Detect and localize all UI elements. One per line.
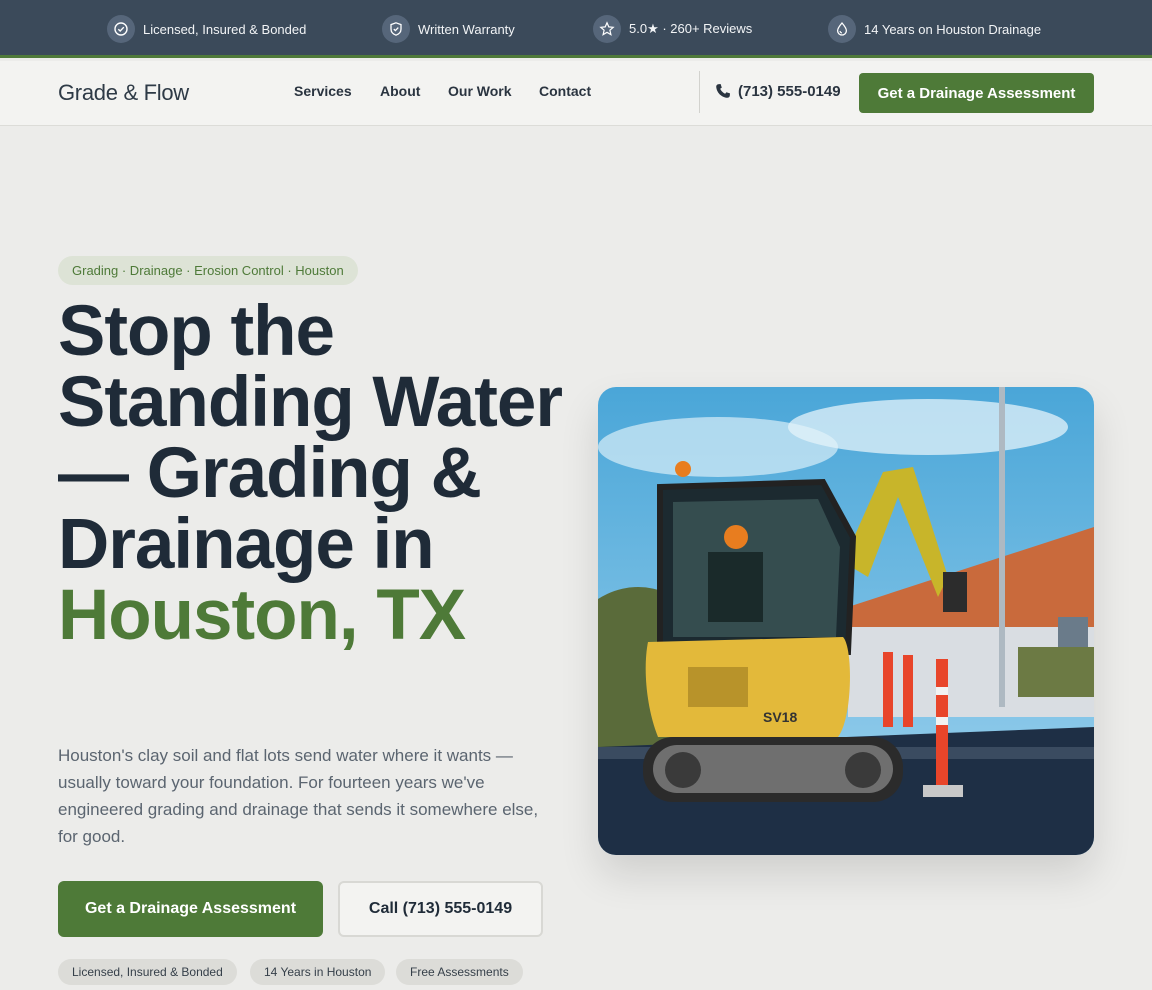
trust-item-label: Written Warranty xyxy=(418,21,515,37)
trust-bar: Licensed, Insured & Bonded Written Warra… xyxy=(0,0,1152,58)
hero-headline-main: Stop the Standing Water — Grading & Drai… xyxy=(58,292,563,584)
trust-item-label: Licensed, Insured & Bonded xyxy=(143,21,307,37)
nav-link-contact[interactable]: Contact xyxy=(539,83,591,99)
nav-divider xyxy=(699,71,700,113)
svg-text:SV18: SV18 xyxy=(763,709,797,725)
nav-phone-link[interactable]: (713) 555-0149 xyxy=(714,82,841,100)
hero-call-button[interactable]: Call (713) 555-0149 xyxy=(338,881,543,937)
trust-item-label: 5.0★ · 260+ Reviews xyxy=(629,21,753,36)
badge-check-icon xyxy=(107,15,135,43)
hero-chip-free-assessments: Free Assessments xyxy=(396,959,523,985)
nav-link-our-work[interactable]: Our Work xyxy=(448,83,512,99)
water-drop-icon xyxy=(828,15,856,43)
hero-assessment-button[interactable]: Get a Drainage Assessment xyxy=(58,881,323,937)
trust-item-reviews: 5.0★ · 260+ Reviews xyxy=(593,15,752,43)
trust-item-warranty: Written Warranty xyxy=(382,15,515,43)
hero-lede: Houston's clay soil and flat lots send w… xyxy=(58,746,539,846)
hero-chip-years: 14 Years in Houston xyxy=(250,959,386,985)
trust-item-label: 14 Years on Houston Drainage xyxy=(864,21,1042,37)
nav-link-services[interactable]: Services xyxy=(294,83,352,99)
hero-tag: Grading · Drainage · Erosion Control · H… xyxy=(58,256,358,285)
trust-item-years: 14 Years on Houston Drainage xyxy=(828,15,1041,43)
logo[interactable]: Grade & Flow xyxy=(58,80,189,106)
hero-headline-accent: Houston, TX xyxy=(58,576,466,655)
nav-link-about[interactable]: About xyxy=(380,83,420,99)
trust-item-licensed: Licensed, Insured & Bonded xyxy=(107,15,306,43)
nav-assessment-button[interactable]: Get a Drainage Assessment xyxy=(859,73,1094,113)
nav-phone-number: (713) 555-0149 xyxy=(738,82,841,100)
main-nav: Grade & Flow Services About Our Work Con… xyxy=(0,61,1152,126)
hero-excavator-image: SV18 xyxy=(598,387,1094,855)
hero-headline: Stop the Standing Water — Grading & Drai… xyxy=(58,296,578,651)
star-icon xyxy=(593,15,621,43)
phone-icon xyxy=(716,84,730,98)
hero-chip-licensed: Licensed, Insured & Bonded xyxy=(58,959,237,985)
shield-check-icon xyxy=(382,15,410,43)
